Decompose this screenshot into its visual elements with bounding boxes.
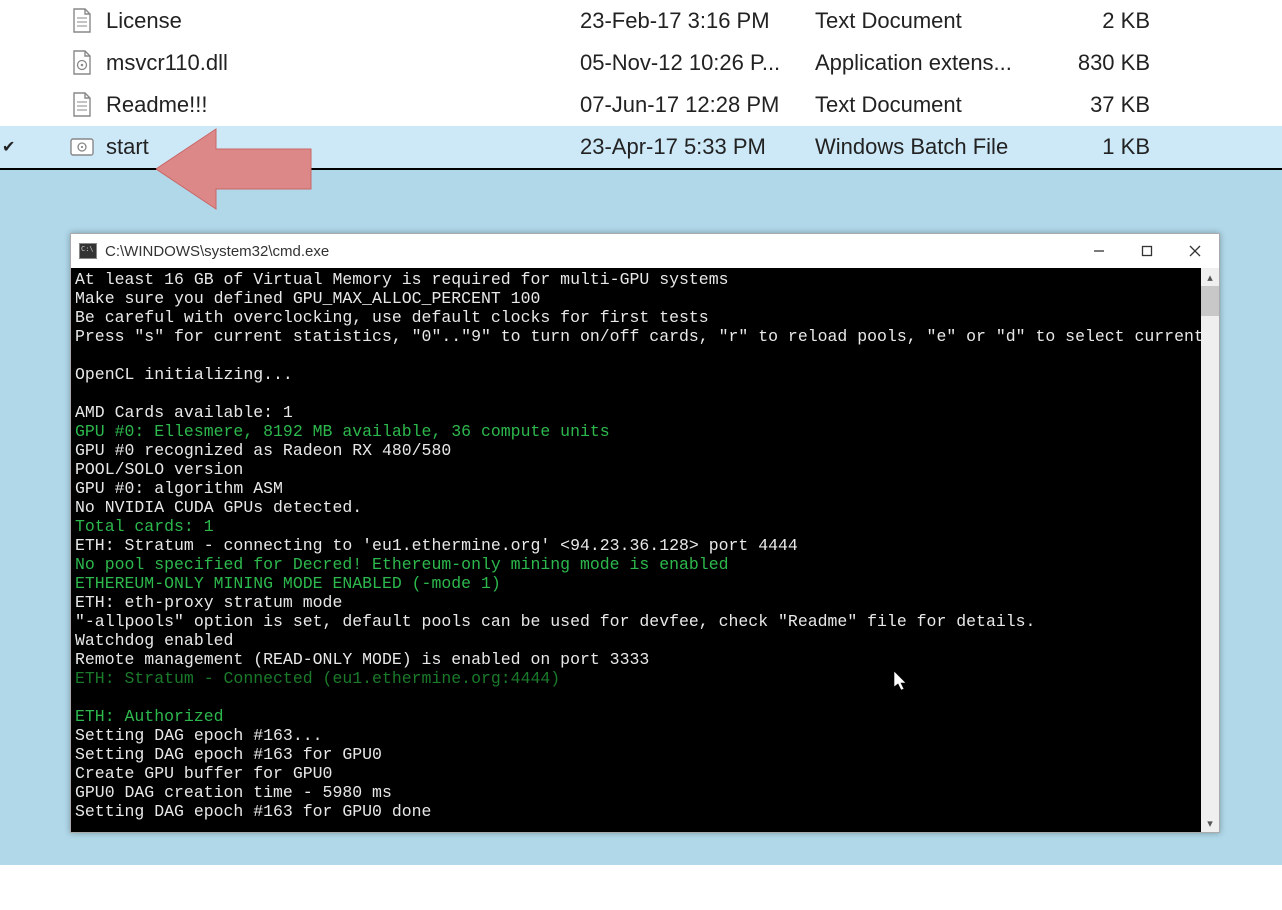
- scroll-down-icon[interactable]: ▾: [1201, 814, 1219, 832]
- file-type: Application extens...: [815, 50, 1060, 76]
- file-type: Text Document: [815, 92, 1060, 118]
- file-explorer: License23-Feb-17 3:16 PMText Document2 K…: [0, 0, 1282, 168]
- file-row[interactable]: ✔ start 23-Apr-17 5:33 PMWindows Batch Fil…: [0, 126, 1282, 168]
- cmd-line: No NVIDIA CUDA GPUs detected.: [75, 498, 362, 517]
- file-size: 37 KB: [1060, 92, 1190, 118]
- cmd-line: GPU #0: Ellesmere, 8192 MB available, 36…: [75, 422, 610, 441]
- cmd-line: Press "s" for current statistics, "0".."…: [75, 327, 1201, 346]
- cmd-line: Setting DAG epoch #163...: [75, 726, 323, 745]
- file-type-icon: [70, 135, 94, 159]
- cmd-line: ETH: Stratum - connecting to 'eu1.etherm…: [75, 536, 798, 555]
- file-date: 07-Jun-17 12:28 PM: [580, 92, 815, 118]
- file-row[interactable]: License 23-Feb-17 3:16 PMText Document2 K…: [0, 0, 1282, 42]
- cmd-line: Make sure you defined GPU_MAX_ALLOC_PERC…: [75, 289, 540, 308]
- cmd-line: Total cards: 1: [75, 517, 214, 536]
- close-button[interactable]: [1171, 234, 1219, 268]
- scroll-up-icon[interactable]: ▴: [1201, 268, 1219, 286]
- file-size: 2 KB: [1060, 8, 1190, 34]
- file-date: 23-Feb-17 3:16 PM: [580, 8, 815, 34]
- cmd-icon: [79, 243, 97, 259]
- maximize-button[interactable]: [1123, 234, 1171, 268]
- cmd-line: Setting DAG epoch #163 for GPU0 done: [75, 802, 431, 821]
- cmd-line: Create GPU buffer for GPU0: [75, 764, 332, 783]
- cmd-title: C:\WINDOWS\system32\cmd.exe: [105, 243, 329, 260]
- file-type: Text Document: [815, 8, 1060, 34]
- file-type-icon: [70, 51, 94, 75]
- cmd-line: No pool specified for Decred! Ethereum-o…: [75, 555, 729, 574]
- cmd-line: OpenCL initializing...: [75, 365, 293, 384]
- cmd-line: AMD Cards available: 1: [75, 403, 293, 422]
- cmd-line: POOL/SOLO version: [75, 460, 243, 479]
- cmd-line: At least 16 GB of Virtual Memory is requ…: [75, 270, 729, 289]
- file-row[interactable]: Readme!!! 07-Jun-17 12:28 PMText Document…: [0, 84, 1282, 126]
- file-type: Windows Batch File: [815, 134, 1060, 160]
- cmd-scrollbar[interactable]: ▴ ▾: [1201, 268, 1219, 832]
- cmd-titlebar[interactable]: C:\WINDOWS\system32\cmd.exe: [71, 234, 1219, 268]
- file-type-icon: [70, 93, 94, 117]
- file-size: 1 KB: [1060, 134, 1190, 160]
- window-controls: [1075, 234, 1219, 268]
- file-date: 23-Apr-17 5:33 PM: [580, 134, 815, 160]
- cmd-output[interactable]: At least 16 GB of Virtual Memory is requ…: [71, 268, 1201, 832]
- cmd-line: GPU0 DAG creation time - 5980 ms: [75, 783, 392, 802]
- cmd-line: Remote management (READ-ONLY MODE) is en…: [75, 650, 649, 669]
- file-name: License: [106, 8, 182, 34]
- cmd-line: ETH: Authorized: [75, 707, 224, 726]
- cmd-line: "-allpools" option is set, default pools…: [75, 612, 1035, 631]
- scroll-thumb[interactable]: [1201, 286, 1219, 316]
- cmd-line: ETH: eth-proxy stratum mode: [75, 593, 342, 612]
- cmd-line: Watchdog enabled: [75, 631, 233, 650]
- file-type-icon: [70, 9, 94, 33]
- cmd-line: ETH: Stratum - Connected (eu1.ethermine.…: [75, 669, 560, 688]
- cmd-window[interactable]: C:\WINDOWS\system32\cmd.exe At least 16 …: [70, 233, 1220, 833]
- minimize-button[interactable]: [1075, 234, 1123, 268]
- cmd-line: GPU #0 recognized as Radeon RX 480/580: [75, 441, 451, 460]
- file-row[interactable]: msvcr110.dll 05-Nov-12 10:26 P...Applicat…: [0, 42, 1282, 84]
- desktop-area: C:\WINDOWS\system32\cmd.exe At least 16 …: [0, 168, 1282, 865]
- cmd-body-wrap: At least 16 GB of Virtual Memory is requ…: [71, 268, 1219, 832]
- cmd-line: ETHEREUM-ONLY MINING MODE ENABLED (-mode…: [75, 574, 501, 593]
- file-name: start: [106, 134, 149, 160]
- cmd-line: Setting DAG epoch #163 for GPU0: [75, 745, 382, 764]
- file-size: 830 KB: [1060, 50, 1190, 76]
- checkmark-icon: ✔: [2, 137, 15, 157]
- cmd-line: GPU #0: algorithm ASM: [75, 479, 283, 498]
- file-name: Readme!!!: [106, 92, 208, 118]
- cmd-line: Be careful with overclocking, use defaul…: [75, 308, 709, 327]
- file-name: msvcr110.dll: [106, 50, 228, 76]
- file-date: 05-Nov-12 10:26 P...: [580, 50, 815, 76]
